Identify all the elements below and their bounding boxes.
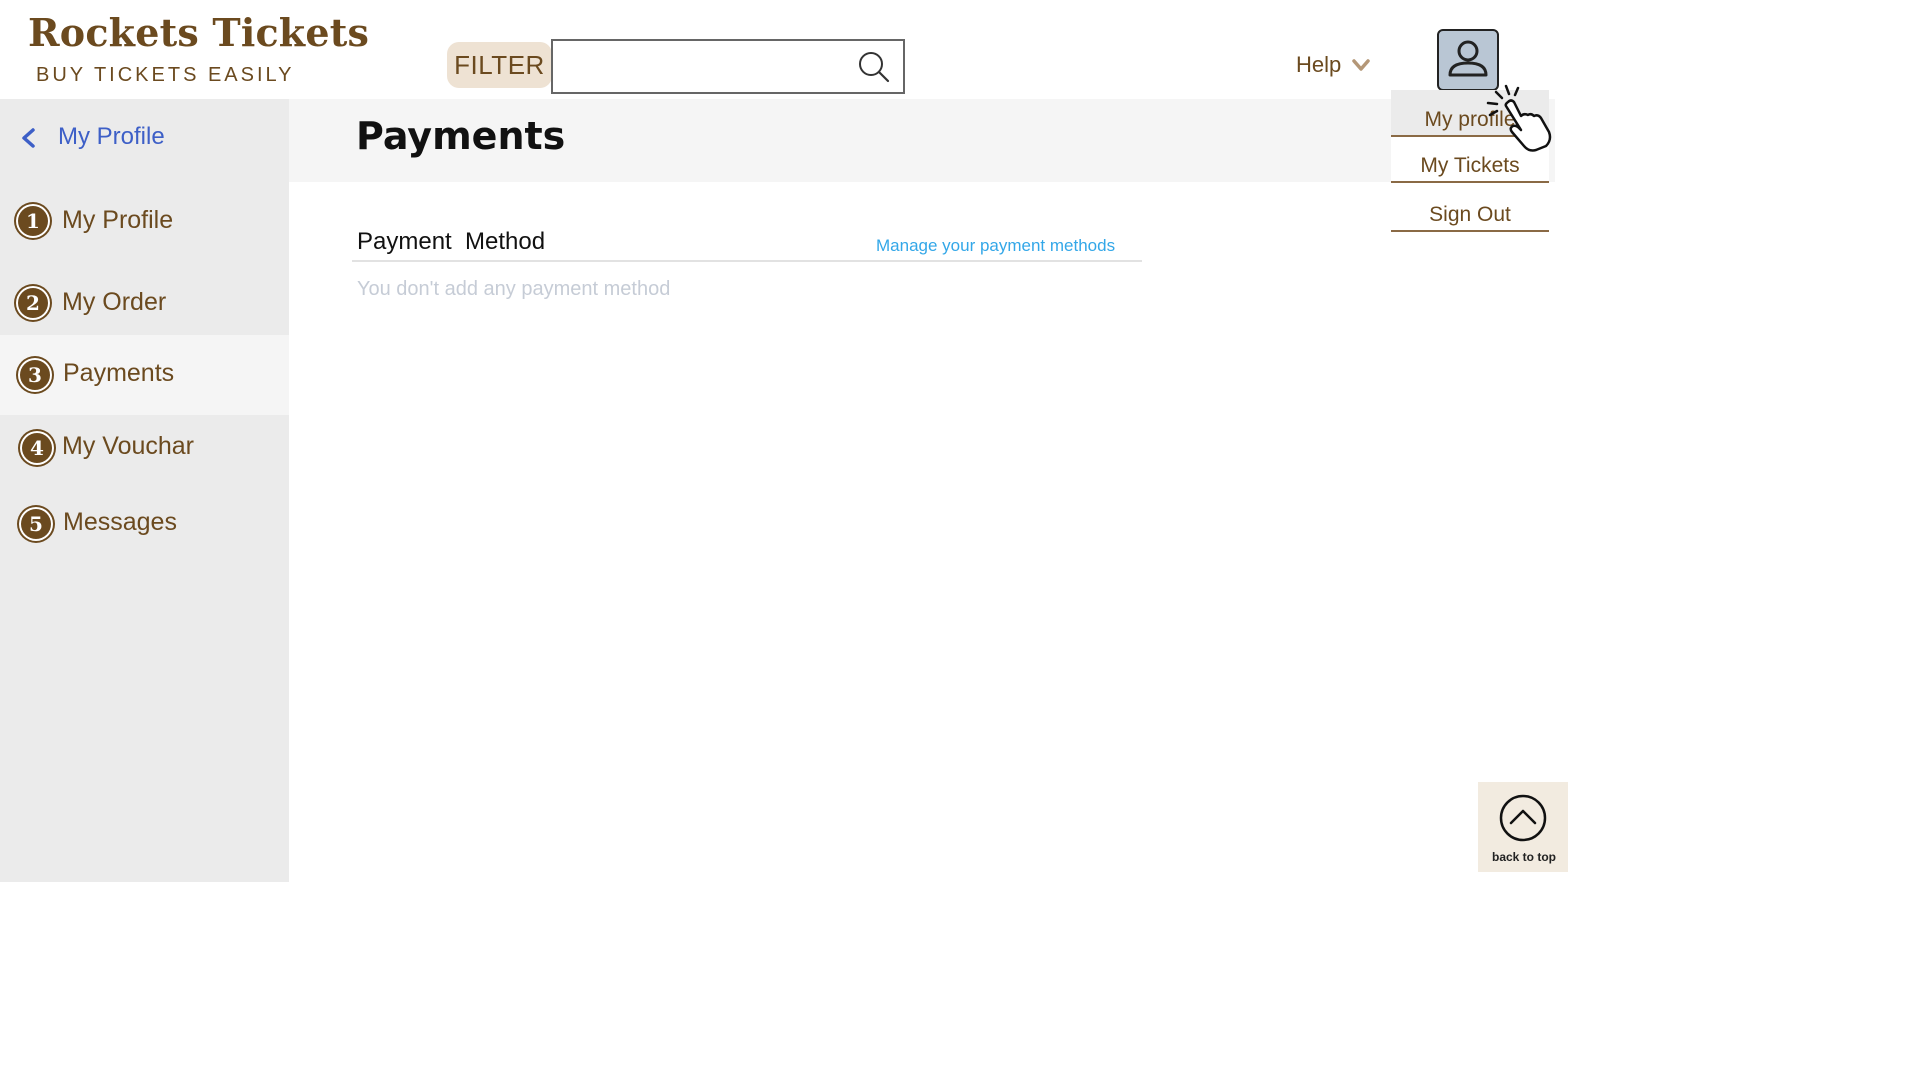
brand-subtitle: BUY TICKETS EASILY: [36, 64, 295, 86]
user-avatar-button[interactable]: [1437, 29, 1499, 91]
back-to-top-button[interactable]: back to top: [1478, 782, 1568, 872]
sidebar-back-link[interactable]: My Profile: [0, 99, 289, 179]
sidebar-item-my-profile[interactable]: 1 My Profile: [0, 182, 289, 260]
chevron-left-icon: [22, 128, 35, 148]
arrow-up-circle-icon: [1499, 794, 1547, 842]
sidebar-item-messages[interactable]: 5 Messages: [0, 485, 289, 563]
number-2-icon: 2: [16, 286, 50, 320]
empty-state-message: You don't add any payment method: [357, 278, 671, 300]
sidebar: My Profile 1 My Profile 2 My Order 3 Pay…: [0, 99, 289, 882]
menu-item-my-profile[interactable]: My profile: [1391, 90, 1549, 137]
sidebar-item-label: My Vouchar: [62, 432, 195, 460]
user-dropdown-menu: My profile My Tickets Sign Out: [1391, 90, 1549, 236]
number-1-icon: 1: [16, 204, 50, 238]
menu-item-my-tickets[interactable]: My Tickets: [1391, 139, 1549, 183]
user-icon: [1448, 40, 1488, 77]
sidebar-item-payments[interactable]: 3 Payments: [0, 335, 289, 415]
brand-title[interactable]: Rockets Tickets: [28, 10, 369, 55]
help-label: Help: [1296, 52, 1342, 77]
search-input[interactable]: [557, 45, 847, 88]
search-icon[interactable]: [857, 50, 891, 84]
filter-button[interactable]: FILTER: [447, 42, 552, 88]
sidebar-item-label: Payments: [63, 359, 175, 387]
sidebar-item-label: My Profile: [62, 206, 174, 234]
back-to-top-label: back to top: [1491, 850, 1556, 864]
sidebar-item-label: Messages: [63, 508, 177, 536]
help-menu[interactable]: Help: [1296, 52, 1371, 78]
sidebar-back-label: My Profile: [58, 123, 165, 150]
number-3-icon: 3: [18, 358, 52, 392]
payment-method-label: Payment Method: [357, 228, 546, 255]
search-box: [551, 39, 905, 94]
sidebar-item-my-order[interactable]: 2 My Order: [0, 264, 289, 342]
sidebar-item-my-vouchar[interactable]: 4 My Vouchar: [0, 409, 289, 487]
manage-payment-methods-link[interactable]: Manage your payment methods: [876, 236, 1115, 256]
page-title: Payments: [356, 114, 566, 158]
divider: [352, 260, 1142, 262]
sidebar-item-label: My Order: [62, 288, 167, 316]
chevron-down-icon: [1352, 59, 1370, 71]
number-5-icon: 5: [19, 507, 53, 541]
menu-item-sign-out[interactable]: Sign Out: [1391, 188, 1549, 232]
number-4-icon: 4: [20, 431, 54, 465]
